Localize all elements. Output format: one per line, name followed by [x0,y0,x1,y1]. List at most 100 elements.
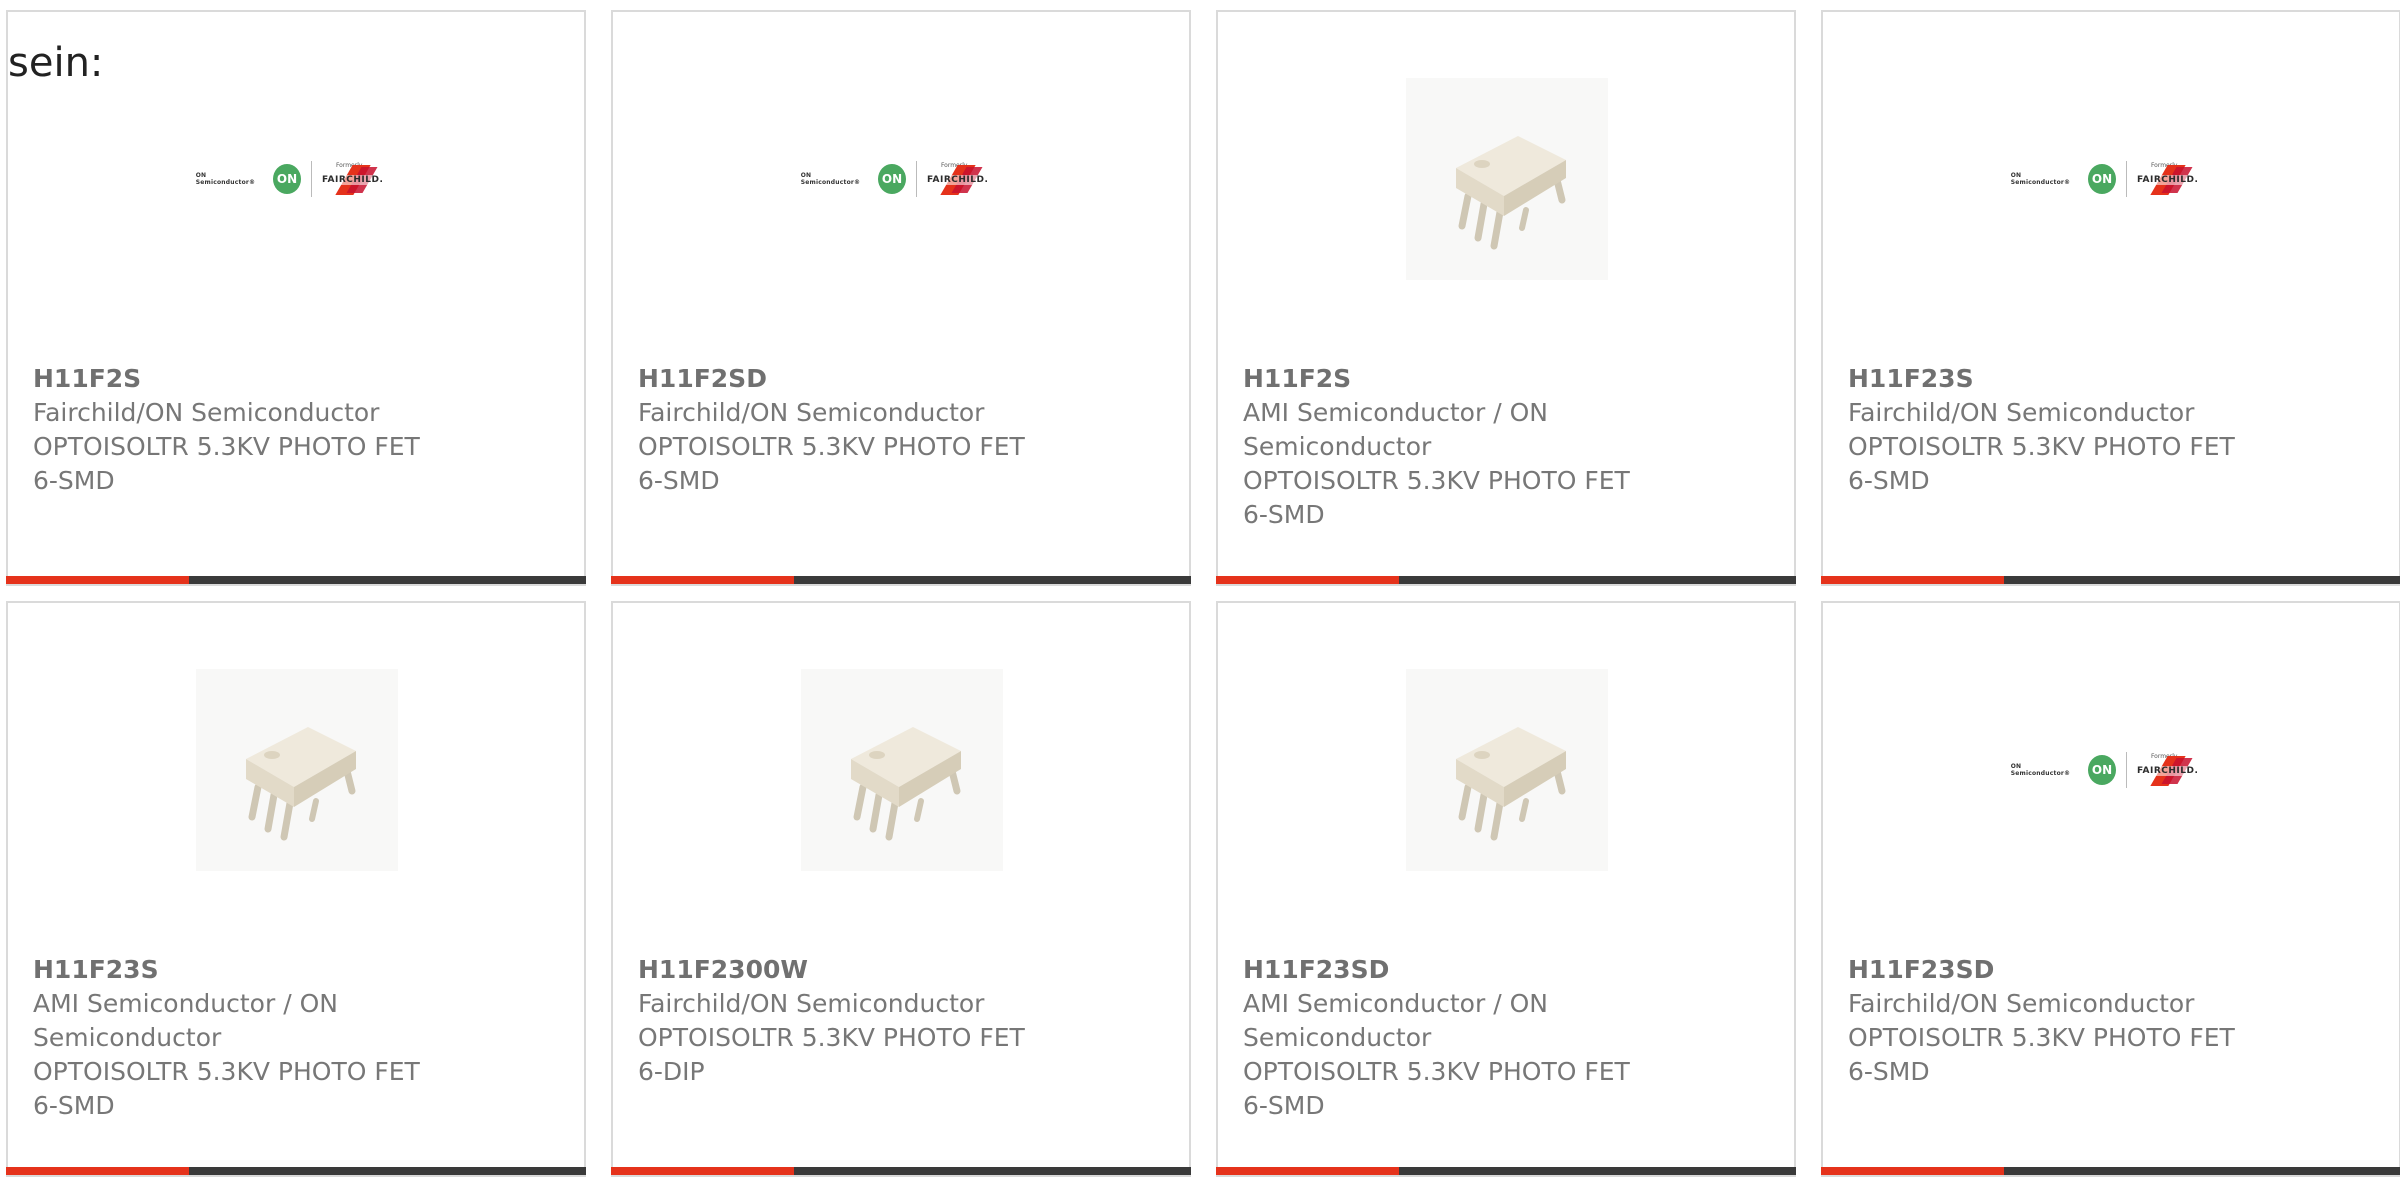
card-bottom-bar [1821,576,2400,584]
product-card[interactable]: H11F23SD AMI Semiconductor / ON Semiconduc… [1216,601,1796,1177]
manufacturer-logo[interactable]: ON Semiconductor® ON Formerly FAIRCHILD. [2011,669,2213,871]
manufacturer: AMI Semiconductor / ON [1243,398,1548,427]
product-image[interactable] [1406,669,1608,871]
manufacturer: Fairchild/ON Semiconductor [638,398,985,427]
package: 6-SMD [1243,1091,1325,1120]
on-fairchild-logo: ON Semiconductor® ON Formerly FAIRCHILD. [2011,161,2214,197]
on-fairchild-logo: ON Semiconductor® ON Formerly FAIRCHILD. [801,161,1004,197]
on-semiconductor-wordmark: ON Semiconductor® [2010,172,2071,186]
on-semiconductor-wordmark: ON Semiconductor® [2010,763,2071,777]
manufacturer: Semiconductor [1243,432,1432,461]
product-image[interactable] [801,669,1003,871]
card-bottom-bar [611,576,1191,584]
manufacturer-logo[interactable]: ON Semiconductor® ON Formerly FAIRCHILD. [801,78,1003,280]
product-card[interactable]: ON Semiconductor® ON Formerly FAIRCHILD.… [1821,10,2400,586]
card-accent-bar [1821,1167,2004,1175]
manufacturer-logo[interactable]: ON Semiconductor® ON Formerly FAIRCHILD. [2011,78,2213,280]
on-badge-icon: ON [273,164,301,194]
logo-divider [2126,752,2127,788]
card-bottom-bar [1821,1167,2400,1175]
on-badge-icon: ON [2088,164,2116,194]
description: OPTOISOLTR 5.3KV PHOTO FET [1848,432,2235,461]
logo-divider [2126,161,2127,197]
intro-text: sein: [8,40,104,86]
fairchild-logo-icon: Formerly FAIRCHILD. [926,162,1003,196]
product-image[interactable] [196,669,398,871]
card-accent-bar [611,576,794,584]
card-accent-bar [1821,576,2004,584]
dip6-chip-image [196,669,398,871]
on-fairchild-logo: ON Semiconductor® ON Formerly FAIRCHILD. [196,161,399,197]
on-badge-icon: ON [2088,755,2116,785]
dip6-chip-image [1406,78,1608,280]
product-card[interactable]: ON Semiconductor® ON Formerly FAIRCHILD.… [1821,601,2400,1177]
description: OPTOISOLTR 5.3KV PHOTO FET [1848,1023,2235,1052]
description: OPTOISOLTR 5.3KV PHOTO FET [638,432,1025,461]
product-info: H11F23S Fairchild/ON Semiconductor OPTOISO… [1848,362,2288,498]
description: OPTOISOLTR 5.3KV PHOTO FET [1243,466,1630,495]
product-info: H11F23S AMI Semiconductor / ON Semiconduct… [33,953,473,1123]
part-number[interactable]: H11F23S [33,953,473,987]
product-info: H11F23SD Fairchild/ON Semiconductor OPTOIS… [1848,953,2288,1089]
manufacturer: Fairchild/ON Semiconductor [638,989,985,1018]
package: 6-SMD [33,1091,115,1120]
on-fairchild-logo: ON Semiconductor® ON Formerly FAIRCHILD. [2011,752,2214,788]
product-card[interactable]: ON Semiconductor® ON Formerly FAIRCHILD.… [611,10,1191,586]
logo-divider [311,161,312,197]
product-card[interactable]: H11F2S AMI Semiconductor / ON Semiconducto… [1216,10,1796,586]
product-image[interactable] [1406,78,1608,280]
product-card[interactable]: H11F23S AMI Semiconductor / ON Semiconduct… [6,601,586,1177]
product-card[interactable]: H11F2300W Fairchild/ON Semiconductor OPTOI… [611,601,1191,1177]
description: OPTOISOLTR 5.3KV PHOTO FET [33,432,420,461]
dip6-chip-image [1406,669,1608,871]
package: 6-SMD [638,466,720,495]
part-number[interactable]: H11F23SD [1848,953,2288,987]
description: OPTOISOLTR 5.3KV PHOTO FET [638,1023,1025,1052]
dip6-chip-image [801,669,1003,871]
manufacturer: AMI Semiconductor / ON [1243,989,1548,1018]
fairchild-logo-icon: Formerly FAIRCHILD. [321,162,398,196]
part-number[interactable]: H11F2SD [638,362,1078,396]
card-bottom-bar [6,1167,586,1175]
on-semiconductor-wordmark: ON Semiconductor® [800,172,861,186]
part-number[interactable]: H11F2S [1243,362,1683,396]
description: OPTOISOLTR 5.3KV PHOTO FET [1243,1057,1630,1086]
package: 6-DIP [638,1057,705,1086]
product-info: H11F2300W Fairchild/ON Semiconductor OPTOI… [638,953,1078,1089]
part-number[interactable]: H11F23SD [1243,953,1683,987]
package: 6-SMD [1848,1057,1930,1086]
card-accent-bar [1216,1167,1399,1175]
logo-divider [916,161,917,197]
product-info: H11F23SD AMI Semiconductor / ON Semiconduc… [1243,953,1683,1123]
card-bottom-bar [1216,1167,1796,1175]
description: OPTOISOLTR 5.3KV PHOTO FET [33,1057,420,1086]
product-info: H11F2S Fairchild/ON Semiconductor OPTOISOL… [33,362,473,498]
manufacturer-logo[interactable]: ON Semiconductor® ON Formerly FAIRCHILD. [196,78,398,280]
card-bottom-bar [611,1167,1191,1175]
manufacturer: Semiconductor [1243,1023,1432,1052]
package: 6-SMD [33,466,115,495]
part-number[interactable]: H11F2S [33,362,473,396]
product-card[interactable]: ON Semiconductor® ON Formerly FAIRCHILD.… [6,10,586,586]
card-bottom-bar [1216,576,1796,584]
fairchild-logo-icon: Formerly FAIRCHILD. [2136,753,2213,787]
card-accent-bar [6,576,189,584]
manufacturer: Fairchild/ON Semiconductor [1848,989,2195,1018]
product-info: H11F2S AMI Semiconductor / ON Semiconducto… [1243,362,1683,532]
manufacturer: Fairchild/ON Semiconductor [1848,398,2195,427]
package: 6-SMD [1848,466,1930,495]
product-info: H11F2SD Fairchild/ON Semiconductor OPTOISO… [638,362,1078,498]
manufacturer: Fairchild/ON Semiconductor [33,398,380,427]
card-accent-bar [1216,576,1399,584]
card-bottom-bar [6,576,586,584]
fairchild-logo-icon: Formerly FAIRCHILD. [2136,162,2213,196]
on-semiconductor-wordmark: ON Semiconductor® [195,172,256,186]
part-number[interactable]: H11F2300W [638,953,1078,987]
manufacturer: AMI Semiconductor / ON [33,989,338,1018]
card-accent-bar [6,1167,189,1175]
package: 6-SMD [1243,500,1325,529]
part-number[interactable]: H11F23S [1848,362,2288,396]
on-badge-icon: ON [878,164,906,194]
card-accent-bar [611,1167,794,1175]
manufacturer: Semiconductor [33,1023,222,1052]
